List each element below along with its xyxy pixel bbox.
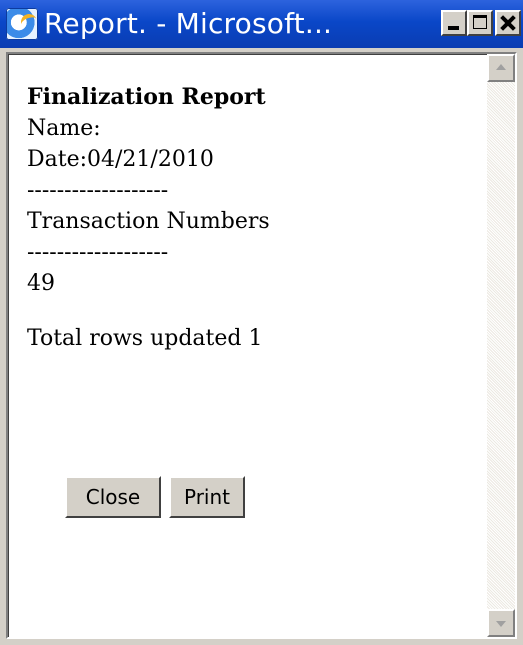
total-rows-summary: Total rows updated 1 <box>27 326 263 351</box>
close-window-button[interactable] <box>495 10 521 36</box>
name-line: Name: <box>27 116 101 141</box>
separator-bottom: ------------------- <box>27 240 169 265</box>
vertical-scrollbar[interactable] <box>487 54 515 637</box>
maximize-button[interactable] <box>467 10 493 36</box>
internet-explorer-icon[interactable] <box>6 8 38 40</box>
separator-top: ------------------- <box>27 178 169 203</box>
minimize-button[interactable] <box>441 10 467 36</box>
window-title: Report. - Microsoft... <box>44 7 333 40</box>
print-button[interactable]: Print <box>169 476 245 518</box>
date-line: Date:04/21/2010 <box>27 147 214 172</box>
scroll-down-arrow-icon[interactable] <box>487 609 515 637</box>
scroll-up-arrow-icon[interactable] <box>487 54 515 82</box>
transaction-number: 49 <box>27 271 55 296</box>
close-button[interactable]: Close <box>65 476 161 518</box>
title-bar[interactable]: Report. - Microsoft... <box>0 0 523 48</box>
content-area: Finalization Report Name: Date:04/21/201… <box>6 52 517 639</box>
report-title: Finalization Report <box>27 84 266 110</box>
report-window: Report. - Microsoft... Finalization Repo… <box>0 0 523 645</box>
report-body: Finalization Report Name: Date:04/21/201… <box>27 72 270 354</box>
section-header: Transaction Numbers <box>27 209 270 234</box>
